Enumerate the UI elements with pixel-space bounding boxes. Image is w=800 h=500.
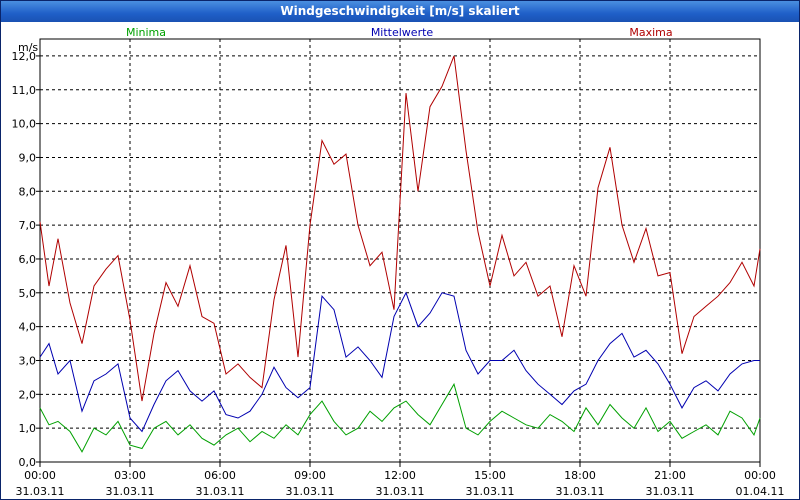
- legend-mittelwerte: Mittelwerte: [371, 26, 434, 39]
- y-tick-label: 5,0: [19, 287, 37, 300]
- y-tick-label: 3,0: [19, 354, 37, 367]
- x-tick-date: 31.03.11: [196, 485, 245, 498]
- x-tick-time: 03:00: [114, 469, 146, 482]
- y-tick-label: 2,0: [19, 388, 37, 401]
- x-tick-labels: 00:00 31.03.11 03:00 31.03.11 06:00 31.03.11 0…: [16, 469, 785, 498]
- x-tick-time: 18:00: [564, 469, 596, 482]
- y-tick-label: 11,0: [12, 84, 37, 97]
- y-tick-label: 8,0: [19, 185, 37, 198]
- x-tick-date: 31.03.11: [466, 485, 515, 498]
- x-tick-time: 12:00: [384, 469, 416, 482]
- y-tick-label: 7,0: [19, 219, 37, 232]
- line-chart: 0,0 1,0 2,0 3,0 4,0 5,0 6,0 7,0 8,0 9,0 10,0 11,0 12…: [12, 26, 785, 498]
- x-tick-date: 31.03.11: [646, 485, 695, 498]
- x-tick-time: 00:00: [744, 469, 776, 482]
- y-tick-label: 10,0: [12, 118, 37, 131]
- x-tick-time: 21:00: [654, 469, 686, 482]
- x-tick-time: 15:00: [474, 469, 506, 482]
- y-tick-label: 6,0: [19, 253, 37, 266]
- x-tick-date: 01.04.11: [736, 485, 785, 498]
- y-tick-label: 1,0: [19, 422, 37, 435]
- y-tick-label: 0,0: [19, 456, 37, 469]
- legend-maxima: Maxima: [629, 26, 672, 39]
- x-tick-time: 06:00: [204, 469, 236, 482]
- x-tick-date: 31.03.11: [376, 485, 425, 498]
- y-axis-label: m/s: [18, 41, 38, 54]
- x-tick-date: 31.03.11: [286, 485, 335, 498]
- y-tick-label: 4,0: [19, 321, 37, 334]
- x-tick-time: 09:00: [294, 469, 326, 482]
- x-tick-date: 31.03.11: [556, 485, 605, 498]
- y-tick-label: 9,0: [19, 151, 37, 164]
- y-tick-labels: 0,01,02,03,04,05,06,07,08,09,010,011,012…: [12, 50, 37, 469]
- x-tick-date: 31.03.11: [16, 485, 65, 498]
- x-tick-date: 31.03.11: [106, 485, 155, 498]
- x-tick-time: 00:00: [24, 469, 56, 482]
- legend-minima: Minima: [126, 26, 166, 39]
